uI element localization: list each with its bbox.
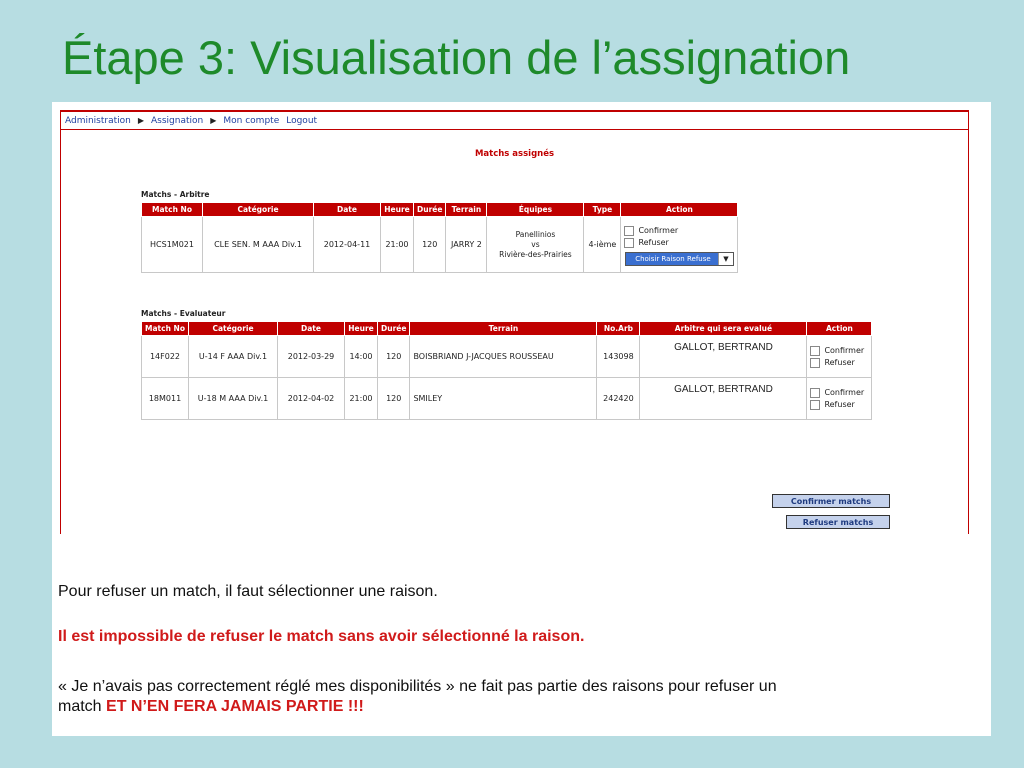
cell-heure: 14:00 xyxy=(344,335,378,378)
note-select-reason: Pour refuser un match, il faut sélection… xyxy=(58,583,438,600)
cell-terrain: BOISBRIAND J-JACQUES ROUSSEAU xyxy=(409,335,598,378)
nav-arrow-icon: ▶ xyxy=(210,116,217,125)
cell-match-no: 18M011 xyxy=(141,377,189,420)
col-header: Match No xyxy=(141,202,203,217)
col-header: Date xyxy=(277,321,345,336)
note-availability-text: « Je n’avais pas correctement réglé mes … xyxy=(58,678,777,695)
cell-date: 2012-04-11 xyxy=(313,216,381,273)
col-header: Catégorie xyxy=(188,321,278,336)
app-screenshot: Administration ▶ Assignation ▶ Mon compt… xyxy=(60,110,969,534)
evaluateur-table-header: Match No Catégorie Date Heure Durée Terr… xyxy=(141,321,873,336)
cell-match-no: 14F022 xyxy=(141,335,189,378)
arbitre-table: Match No Catégorie Date Heure Durée Terr… xyxy=(141,202,739,273)
table-row: HCS1M021 CLE SEN. M AAA Div.1 2012-04-11… xyxy=(141,216,739,273)
confirm-matches-button[interactable]: Confirmer matchs xyxy=(772,494,890,508)
cell-no-arb: 143098 xyxy=(596,335,641,378)
col-header: Date xyxy=(313,202,381,217)
table-row: 14F022 U-14 F AAA Div.1 2012-03-29 14:00… xyxy=(141,335,873,378)
refuse-checkbox[interactable] xyxy=(810,399,821,410)
arbitre-table-header: Match No Catégorie Date Heure Durée Terr… xyxy=(141,202,739,217)
col-header: Heure xyxy=(380,202,414,217)
refuse-checkbox[interactable] xyxy=(624,237,635,248)
cell-type: 4-ième xyxy=(583,216,622,273)
col-header: Équipes xyxy=(486,202,585,217)
confirm-option[interactable]: Confirmer xyxy=(810,387,868,398)
confirm-option[interactable]: Confirmer xyxy=(810,345,868,356)
cell-arbitre: GALLOT, BERTRAND xyxy=(639,377,808,420)
cell-heure: 21:00 xyxy=(380,216,414,273)
refuse-reason-select[interactable]: Choisir Raison Refuse ▼ xyxy=(624,251,734,266)
confirm-label: Confirmer xyxy=(638,226,679,235)
evaluateur-table: Match No Catégorie Date Heure Durée Terr… xyxy=(141,321,873,420)
arbitre-table-caption: Matchs - Arbitre xyxy=(141,190,210,199)
col-header: No.Arb xyxy=(596,321,641,336)
col-header: Durée xyxy=(412,202,447,217)
team-vs: vs xyxy=(531,239,540,249)
note-availability: « Je n’avais pas correctement réglé mes … xyxy=(58,677,978,717)
col-header: Heure xyxy=(344,321,378,336)
cell-categorie: U-14 F AAA Div.1 xyxy=(188,335,278,378)
cell-action: Confirmer Refuser xyxy=(806,335,873,378)
cell-no-arb: 242420 xyxy=(596,377,641,420)
slide-title: Étape 3: Visualisation de l’assignation xyxy=(62,31,851,84)
nav-mon-compte[interactable]: Mon compte xyxy=(223,116,279,126)
cell-action: Confirmer Refuser xyxy=(806,377,873,420)
refuse-option[interactable]: Refuser xyxy=(624,237,734,248)
confirm-checkbox[interactable] xyxy=(810,345,821,356)
cell-terrain: JARRY 2 xyxy=(445,216,488,273)
team-home: Panellinios xyxy=(515,229,556,239)
cell-duree: 120 xyxy=(376,377,411,420)
note-impossible-refuse: Il est impossible de refuser le match sa… xyxy=(58,628,585,645)
nav-administration[interactable]: Administration xyxy=(65,116,131,126)
section-header: Matchs assignés xyxy=(474,149,555,159)
cell-equipes: Panellinios vs Rivière-des-Prairies xyxy=(486,216,585,273)
cell-date: 2012-03-29 xyxy=(277,335,345,378)
cell-date: 2012-04-02 xyxy=(277,377,345,420)
col-header: Durée xyxy=(376,321,411,336)
confirm-label: Confirmer xyxy=(824,388,865,397)
refuse-label: Refuser xyxy=(824,358,855,367)
team-away: Rivière-des-Prairies xyxy=(499,249,572,259)
col-header: Match No xyxy=(141,321,189,336)
nav-assignation[interactable]: Assignation xyxy=(151,116,203,126)
cell-arbitre: GALLOT, BERTRAND xyxy=(639,335,808,378)
refuse-option[interactable]: Refuser xyxy=(810,399,868,410)
confirm-option[interactable]: Confirmer xyxy=(624,225,734,236)
col-header: Catégorie xyxy=(202,202,314,217)
nav-logout[interactable]: Logout xyxy=(286,116,317,126)
refuse-label: Refuser xyxy=(824,400,855,409)
confirm-checkbox[interactable] xyxy=(624,225,635,236)
cell-categorie: U-18 M AAA Div.1 xyxy=(188,377,278,420)
col-header: Action xyxy=(806,321,873,336)
cell-duree: 120 xyxy=(412,216,447,273)
refuse-checkbox[interactable] xyxy=(810,357,821,368)
cell-categorie: CLE SEN. M AAA Div.1 xyxy=(202,216,314,273)
col-header: Action xyxy=(620,202,739,217)
cell-heure: 21:00 xyxy=(344,377,378,420)
col-header: Arbitre qui sera evalué xyxy=(639,321,808,336)
cell-match-no: HCS1M021 xyxy=(141,216,203,273)
cell-action: Confirmer Refuser Choisir Raison Refuse … xyxy=(620,216,739,273)
confirm-label: Confirmer xyxy=(824,346,865,355)
cell-duree: 120 xyxy=(376,335,411,378)
chevron-down-icon[interactable]: ▼ xyxy=(717,252,733,265)
refuse-matches-button[interactable]: Refuser matchs xyxy=(786,515,890,529)
nav-arrow-icon: ▶ xyxy=(137,116,145,125)
cell-terrain: SMILEY xyxy=(409,377,598,420)
note-availability-match: match xyxy=(58,698,107,715)
refuse-reason-value: Choisir Raison Refuse xyxy=(635,254,711,263)
col-header: Terrain xyxy=(445,202,488,217)
refuse-label: Refuser xyxy=(638,238,669,247)
col-header: Terrain xyxy=(409,321,598,336)
table-row: 18M011 U-18 M AAA Div.1 2012-04-02 21:00… xyxy=(141,377,873,420)
evaluateur-table-caption: Matchs - Evaluateur xyxy=(141,309,226,318)
confirm-checkbox[interactable] xyxy=(810,387,821,398)
note-never-part: ET N’EN FERA JAMAIS PARTIE !!! xyxy=(106,698,364,715)
col-header: Type xyxy=(583,202,622,217)
refuse-option[interactable]: Refuser xyxy=(810,357,868,368)
top-navigation: Administration ▶ Assignation ▶ Mon compt… xyxy=(61,112,968,130)
